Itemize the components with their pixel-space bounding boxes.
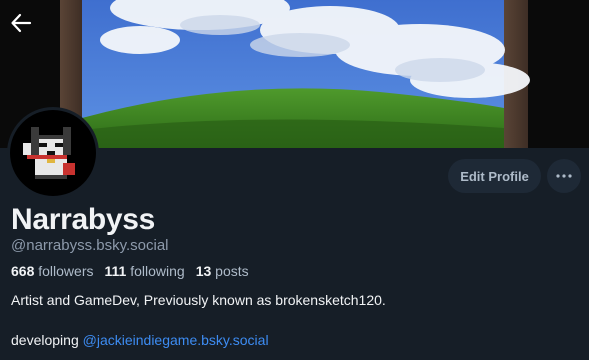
followers-stat[interactable]: 668 followers bbox=[11, 263, 94, 279]
followers-count: 668 bbox=[11, 263, 35, 279]
following-label: following bbox=[130, 263, 185, 279]
posts-count: 13 bbox=[195, 263, 212, 279]
profile-stats: 668 followers 111 following 13 posts bbox=[11, 263, 249, 279]
avatar[interactable] bbox=[7, 107, 99, 199]
ellipsis-icon bbox=[556, 174, 572, 178]
arrow-left-icon bbox=[11, 13, 32, 33]
posts-stat: 13 posts bbox=[196, 263, 249, 279]
bio-mention-link[interactable]: @jackieindiegame.bsky.social bbox=[83, 332, 269, 348]
more-options-button[interactable] bbox=[547, 159, 581, 193]
following-count: 111 bbox=[104, 263, 127, 279]
followers-label: followers bbox=[38, 263, 94, 279]
edit-profile-button[interactable]: Edit Profile bbox=[448, 159, 541, 193]
posts-label: posts bbox=[215, 263, 249, 279]
avatar-image bbox=[10, 110, 96, 196]
bio-prefix: developing bbox=[11, 332, 79, 348]
display-name: Narrabyss bbox=[11, 203, 156, 236]
bio-line-1: Artist and GameDev, Previously known as … bbox=[11, 292, 386, 308]
profile-handle: @narrabyss.bsky.social bbox=[11, 237, 169, 254]
following-stat[interactable]: 111 following bbox=[105, 263, 185, 279]
bio-line-2: developing @jackieindiegame.bsky.social bbox=[11, 332, 269, 348]
back-button[interactable] bbox=[6, 8, 36, 38]
